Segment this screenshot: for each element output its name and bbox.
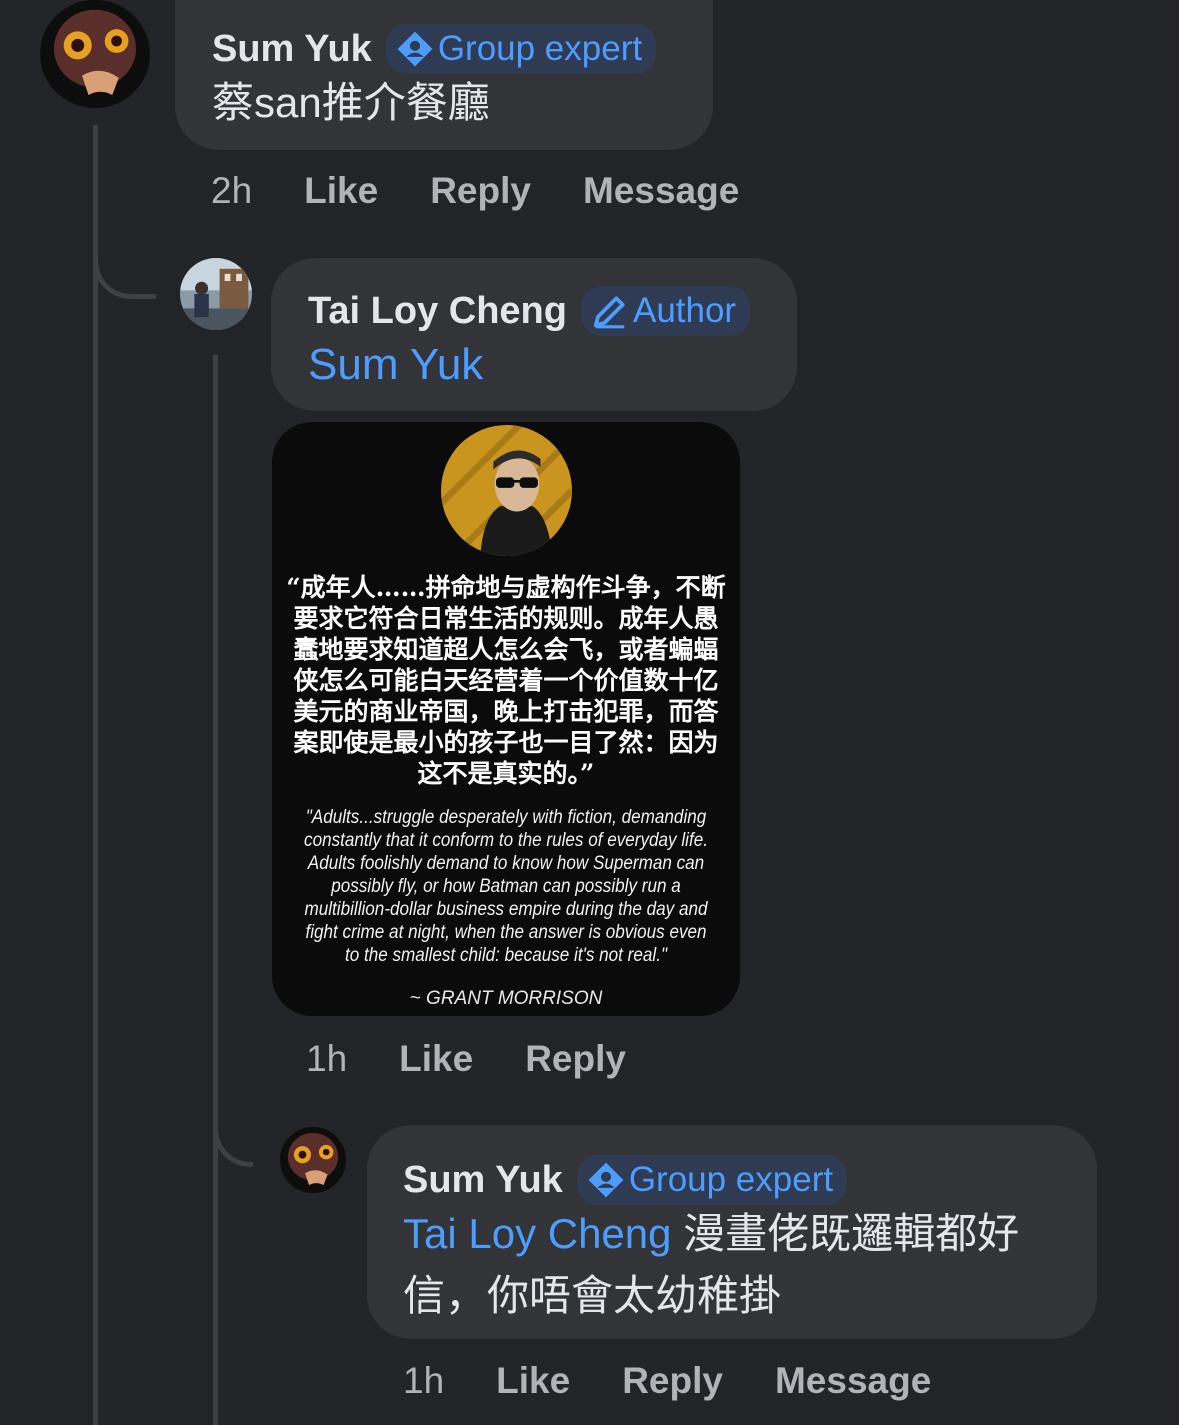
thread-connector-2: [213, 1090, 253, 1167]
like-button[interactable]: Like: [399, 1038, 473, 1080]
reply-button[interactable]: Reply: [525, 1038, 626, 1080]
pencil-icon: [593, 296, 625, 329]
portrait-image: [441, 425, 572, 556]
comment-author[interactable]: Tai Loy Cheng: [308, 290, 567, 333]
message-button[interactable]: Message: [583, 170, 739, 212]
comment-bubble-1: Sum Yuk Group expert 蔡san推介餐廳: [175, 0, 713, 150]
timestamp[interactable]: 2h: [211, 170, 252, 212]
creature-avatar-icon: [41, 0, 149, 108]
quote-chinese-text: “成年人……拼命地与虚构作斗争，不断要求它符合日常生活的规则。成年人愚蠢地要求知…: [286, 573, 726, 788]
mention-link[interactable]: Sum Yuk: [308, 334, 483, 396]
comment-actions-1: 2h Like Reply Message: [211, 170, 791, 212]
comment-bubble-3: Sum Yuk Group expert Tai Loy Cheng 漫畫佬既邏…: [367, 1125, 1097, 1339]
timestamp[interactable]: 1h: [403, 1360, 444, 1402]
expert-badge-icon: [588, 1162, 624, 1198]
badge-label: Group expert: [628, 1160, 834, 1199]
avatar-sum-yuk[interactable]: [40, 0, 150, 108]
quote-image[interactable]: “成年人……拼命地与虚构作斗争，不断要求它符合日常生活的规则。成年人愚蠢地要求知…: [272, 422, 740, 1016]
thread-line-nested: [213, 355, 218, 1425]
reply-button[interactable]: Reply: [622, 1360, 723, 1402]
like-button[interactable]: Like: [304, 170, 378, 212]
portrait-man-sunglasses-icon: [441, 425, 572, 556]
creature-avatar-icon: [280, 1127, 346, 1193]
comment-actions-2: 1h Like Reply: [306, 1038, 678, 1080]
comment-text: 蔡san推介餐廳: [212, 79, 490, 126]
comment-text: Tai Loy Cheng 漫畫佬既邏輯都好信，你唔會太幼稚掛: [403, 1203, 1073, 1327]
photo-avatar-icon: [180, 258, 252, 330]
group-expert-badge: Group expert: [576, 1155, 848, 1205]
group-expert-badge: Group expert: [385, 24, 657, 74]
thread-connector-1: [93, 222, 156, 299]
badge-label: Group expert: [437, 29, 643, 68]
mention-link[interactable]: Tai Loy Cheng: [403, 1210, 672, 1257]
comment-author[interactable]: Sum Yuk: [212, 28, 372, 71]
like-button[interactable]: Like: [496, 1360, 570, 1402]
timestamp[interactable]: 1h: [306, 1038, 347, 1080]
message-button[interactable]: Message: [775, 1360, 931, 1402]
quote-english-text: "Adults...struggle desperately with fict…: [304, 807, 708, 966]
badge-label: Author: [632, 291, 737, 330]
expert-badge-icon: [397, 31, 433, 67]
avatar-sum-yuk[interactable]: [280, 1127, 346, 1193]
comment-bubble-2: Tai Loy Cheng Author Sum Yuk: [271, 258, 797, 411]
comment-actions-3: 1h Like Reply Message: [403, 1360, 983, 1402]
avatar-tai-loy-cheng[interactable]: [180, 258, 252, 330]
reply-button[interactable]: Reply: [430, 170, 531, 212]
thread-line-main: [93, 125, 98, 1425]
comment-author[interactable]: Sum Yuk: [403, 1159, 563, 1202]
author-badge: Author: [580, 286, 751, 336]
quote-attribution: ~ GRANT MORRISON: [409, 988, 603, 1009]
